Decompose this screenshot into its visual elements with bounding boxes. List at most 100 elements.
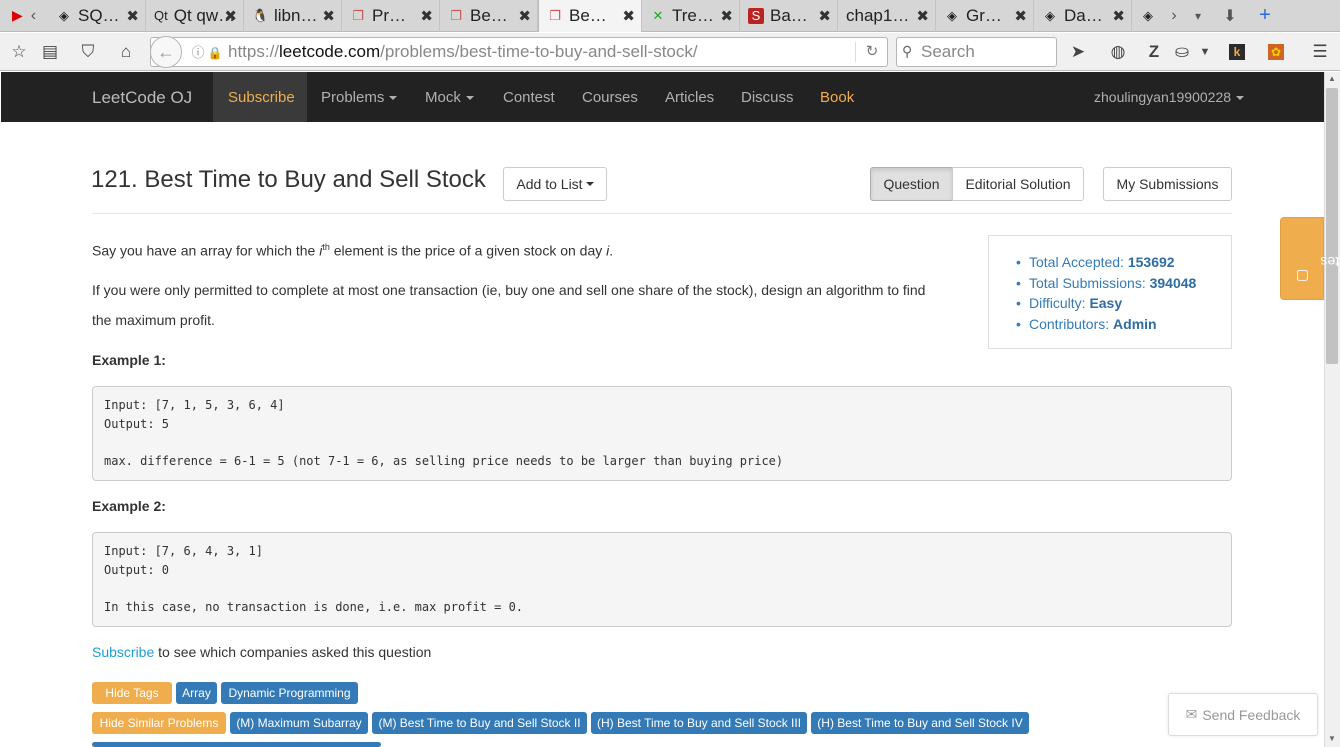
leetcode-icon: ❐ [450,7,462,23]
download-icon[interactable]: ⬇ [1210,0,1250,32]
add-to-list-button[interactable]: Add to List [503,167,607,201]
qt-icon: Qt [154,7,168,23]
nav-discuss[interactable]: Discuss [741,89,794,106]
nav-subscribe[interactable]: Subscribe [228,89,295,106]
code-line: In this case, no transaction is done, i.… [104,600,524,614]
close-icon[interactable]: ✖ [1014,7,1027,25]
browser-tab[interactable]: 🐧 libn… ✖ [244,0,342,32]
arrow-left-icon: ← [157,42,175,62]
title-divider [92,213,1232,214]
close-icon[interactable]: ✖ [518,7,531,25]
similar-problem-link[interactable]: (M) Maximum Subarray [230,712,368,734]
site-brand[interactable]: LeetCode OJ [92,88,192,108]
close-icon[interactable]: ✖ [720,7,733,25]
new-tab-plus-icon[interactable]: + [1250,0,1280,32]
close-icon[interactable]: ✖ [622,7,635,25]
close-icon[interactable]: ✖ [322,7,335,25]
chevron-right-icon[interactable]: › [1162,0,1186,32]
close-icon[interactable]: ✖ [126,7,139,25]
caret-down-icon [389,96,398,101]
caret-down-icon [465,96,474,101]
globe-icon[interactable]: ◍ [1108,42,1128,62]
back-button[interactable]: ← [150,36,182,68]
nav-mock[interactable]: Mock [425,89,474,106]
browser-tab[interactable]: ◈ Da… ✖ [1034,0,1132,32]
search-input[interactable]: ⚲ Search [896,37,1057,67]
browser-tab[interactable]: ❐ Pr… ✖ [342,0,440,32]
tab-list-dropdown-icon[interactable]: ▾ [1186,0,1210,32]
browser-tab[interactable]: S Ba… ✖ [740,0,838,32]
lock-icon[interactable]: 🔒 [205,43,225,63]
k-extension-icon[interactable]: k [1229,44,1245,60]
browser-tab[interactable]: ◈ Gr… ✖ [936,0,1034,32]
diamond-icon: ◈ [947,7,957,23]
problem-description-1: Say you have an array for which the ith … [92,242,614,259]
browser-tab[interactable]: ❐ Be… ✖ [440,0,538,32]
example-1-heading: Example 1: [92,352,166,368]
nav-problems[interactable]: Problems [321,89,398,106]
scroll-up-arrow-icon[interactable]: ▲ [1328,74,1336,83]
user-menu[interactable]: zhoulingyan19900228 [1094,89,1245,105]
nav-articles[interactable]: Articles [665,89,714,106]
browser-tab[interactable]: ◈ SQ… ✖ [48,0,146,32]
stat-total-submissions: Total Submissions: 394048 [1016,275,1196,291]
tab-question[interactable]: Question [870,167,953,201]
site-header: LeetCode OJ Subscribe Problems Mock Cont… [1,72,1324,122]
stat-difficulty: Difficulty: Easy [1016,295,1122,311]
reading-list-icon[interactable]: ▤ [40,42,60,62]
close-icon[interactable]: ✖ [1112,7,1125,25]
browser-tab[interactable]: chap1… ✖ [838,0,936,32]
tab-scroll-left[interactable]: ▶ ‹ [0,0,48,32]
notes-label: ▢ Notes [1293,254,1340,282]
problem-description-2: If you were only permitted to complete a… [92,282,926,298]
youtube-icon: ▶ [11,7,23,23]
pocket-icon[interactable]: ⛉ [78,42,98,62]
problem-description-3: the maximum profit. [92,312,215,328]
browser-tab[interactable]: Qt Qt qw… ✖ [146,0,244,32]
home-icon[interactable]: ⌂ [116,42,136,62]
nav-book[interactable]: Book [820,89,854,106]
browser-tab-active[interactable]: ❐ Be… ✖ [538,0,642,32]
tag-array[interactable]: Array [176,682,217,704]
close-icon[interactable]: ✖ [420,7,433,25]
hide-similar-problems-button[interactable]: Hide Similar Problems [92,712,226,734]
caret-down-icon [585,182,594,186]
dropdown-arrow-icon[interactable]: ▼ [1195,42,1215,62]
code-line: Input: [7, 6, 4, 3, 1] [104,544,263,558]
browser-tab[interactable]: ◈ [1132,0,1162,32]
extension-icon[interactable]: ✿ [1268,44,1284,60]
close-icon[interactable]: ✖ [916,7,929,25]
tab-editorial-solution[interactable]: Editorial Solution [952,167,1084,201]
url-separator [855,42,856,62]
problem-stats-box: Total Accepted: 153692 Total Submissions… [988,235,1232,349]
diamond-icon: ◈ [1143,7,1153,23]
subscribe-link[interactable]: Subscribe [92,644,154,660]
send-feedback-button[interactable]: ✉ Send Feedback [1168,693,1318,736]
code-line: Input: [7, 1, 5, 3, 6, 4] [104,398,285,412]
my-submissions-button[interactable]: My Submissions [1103,167,1232,201]
reload-icon[interactable]: ↻ [862,42,882,62]
url-text[interactable]: https://leetcode.com/problems/best-time-… [228,42,698,62]
close-icon[interactable]: ✖ [224,7,237,25]
similar-problem-link[interactable]: (H) Best Time to Buy and Sell Stock IV [811,712,1029,734]
hide-tags-button[interactable]: Hide Tags [92,682,172,704]
close-icon[interactable]: ✖ [818,7,831,25]
notes-tab[interactable]: ▢ Notes [1280,217,1340,300]
scrollbar-thumb[interactable] [1326,88,1338,364]
similar-problem-link[interactable]: (M) Best Time to Buy and Sell Stock II [372,712,587,734]
nav-courses[interactable]: Courses [582,89,638,106]
browser-tab[interactable]: ✕ Tre… ✖ [642,0,740,32]
browser-nav-bar: ☆ ▤ ⛉ ⌂ ← ⓘ 🔒 https://leetcode.com/probl… [0,33,1340,71]
similar-problem-link[interactable]: (H) Best Time to Buy and Sell Stock III [591,712,807,734]
nav-contest[interactable]: Contest [503,89,555,106]
example-2-code: Input: [7, 6, 4, 3, 1] Output: 0 In this… [92,532,1232,627]
bookmark-star-icon[interactable]: ☆ [9,42,29,62]
zotero-icon[interactable]: Z [1144,42,1164,62]
similar-problem-link[interactable] [92,742,381,747]
menu-icon[interactable]: ☰ [1310,42,1330,62]
scroll-down-arrow-icon[interactable]: ▼ [1328,734,1336,743]
tag-dynamic-programming[interactable]: Dynamic Programming [221,682,358,704]
send-icon[interactable]: ➤ [1068,42,1088,62]
s-icon: S [748,7,764,24]
extension-icon[interactable]: ⛀ [1172,42,1192,62]
